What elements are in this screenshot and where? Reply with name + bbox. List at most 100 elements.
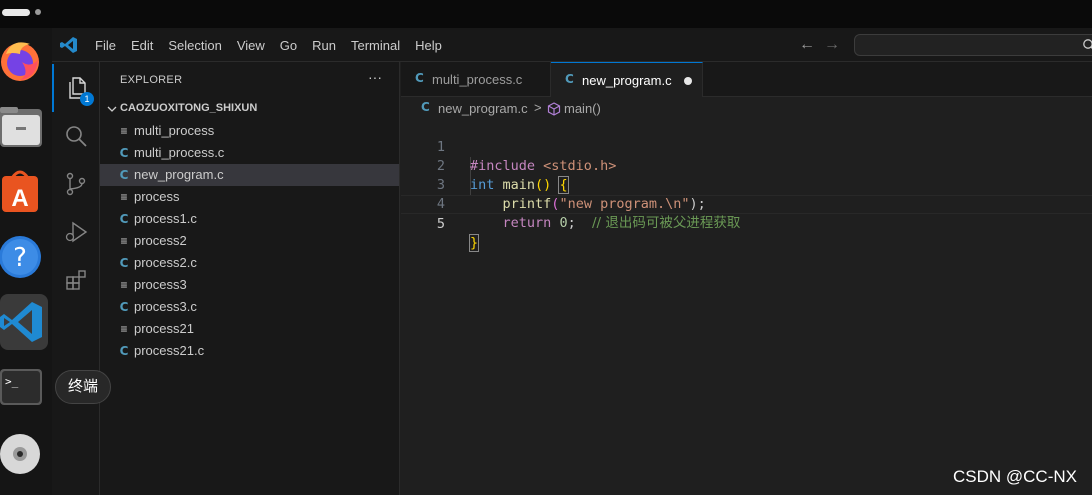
workspace-indicator-active[interactable]: [2, 9, 30, 16]
c-file-icon: C: [415, 71, 424, 85]
c-file-icon: C: [119, 212, 129, 226]
tab-multi-process[interactable]: C multi_process.c: [401, 62, 551, 97]
file-label: process3: [134, 277, 187, 292]
file-label: process: [134, 189, 180, 204]
firefox-icon: [1, 42, 39, 81]
activity-search[interactable]: [52, 112, 100, 160]
file-label: new_program.c: [134, 167, 224, 182]
dock-files[interactable]: [0, 99, 48, 155]
activity-extensions[interactable]: [52, 256, 100, 304]
file-item[interactable]: ≡ multi_process: [100, 120, 399, 142]
dock-tooltip: 终端: [55, 370, 111, 404]
tab-label: multi_process.c: [432, 72, 523, 87]
plain-file-icon: ≡: [120, 322, 128, 336]
workspace-indicator[interactable]: [35, 9, 41, 15]
plain-file-icon: ≡: [120, 190, 128, 204]
editor-tabs: C multi_process.c C new_program.c: [401, 62, 1092, 97]
file-item[interactable]: C multi_process.c: [100, 142, 399, 164]
dock: A ? >_: [0, 28, 52, 495]
dock-firefox[interactable]: [0, 34, 48, 90]
folder-name: CAOZUOXITONG_SHIXUN: [120, 102, 258, 114]
svg-text:>_: >_: [5, 375, 19, 388]
c-file-icon: C: [119, 168, 129, 182]
file-label: multi_process: [134, 123, 215, 138]
breadcrumb-file[interactable]: new_program.c: [438, 101, 528, 116]
file-item-selected[interactable]: C new_program.c: [100, 164, 399, 186]
forward-arrow-icon[interactable]: →: [823, 36, 841, 54]
c-file-icon: C: [421, 100, 430, 114]
code-line: 4 return 0; // 退出码可被父进程获取: [401, 176, 1092, 231]
chevron-down-icon: [107, 106, 117, 112]
explorer-badge: 1: [80, 92, 94, 106]
file-label: process2.c: [134, 255, 197, 270]
app-center-icon: A: [2, 170, 38, 212]
code-editor[interactable]: 1 #include <stdio.h> 2 int main() { 3 pr…: [401, 119, 1092, 495]
search-icon: [1083, 39, 1092, 49]
plain-file-icon: ≡: [120, 278, 128, 292]
dock-terminal[interactable]: >_: [0, 359, 48, 415]
title-bar: File Edit Selection View Go Run Terminal…: [52, 28, 1092, 62]
breadcrumb: C new_program.c > main(): [401, 97, 1092, 119]
menu-help[interactable]: Help: [415, 38, 442, 53]
breadcrumb-symbol[interactable]: main(): [564, 101, 601, 116]
c-file-icon: C: [119, 146, 129, 160]
back-arrow-icon[interactable]: ←: [798, 36, 816, 54]
menu-selection[interactable]: Selection: [168, 38, 221, 53]
file-item[interactable]: ≡ process2: [100, 230, 399, 252]
file-label: process3.c: [134, 299, 197, 314]
code-line: 1 #include <stdio.h>: [401, 119, 1092, 174]
plain-file-icon: ≡: [120, 234, 128, 248]
file-item[interactable]: C process21.c: [100, 340, 399, 362]
activity-explorer[interactable]: 1: [52, 64, 100, 112]
activity-run-debug[interactable]: [52, 208, 100, 256]
plain-file-icon: ≡: [120, 124, 128, 138]
menu-go[interactable]: Go: [280, 38, 297, 53]
file-label: multi_process.c: [134, 145, 225, 160]
file-item[interactable]: ≡ process: [100, 186, 399, 208]
code-line: 3 printf("new program.\n");: [401, 157, 1092, 212]
menu-terminal[interactable]: Terminal: [351, 38, 400, 53]
file-label: process21.c: [134, 343, 205, 358]
dock-help[interactable]: ?: [0, 229, 48, 285]
tab-label: new_program.c: [582, 73, 672, 88]
menu-view[interactable]: View: [237, 38, 265, 53]
unsaved-dot-icon[interactable]: [684, 77, 692, 85]
c-file-icon: C: [119, 256, 129, 270]
file-label: process2: [134, 233, 187, 248]
menu-edit[interactable]: Edit: [131, 38, 153, 53]
svg-text:?: ?: [13, 243, 27, 273]
c-file-icon: C: [119, 300, 129, 314]
extensions-icon: [66, 270, 86, 290]
file-item[interactable]: ≡ process21: [100, 318, 399, 340]
chevron-right-icon: >: [534, 100, 542, 115]
system-top-bar: [0, 0, 1092, 28]
run-debug-icon: [65, 221, 88, 243]
workspace-folder[interactable]: CAOZUOXITONG_SHIXUN: [100, 98, 400, 120]
dock-app-center[interactable]: A: [0, 164, 48, 220]
code-line-current: 5 }: [401, 195, 1092, 252]
command-center-search[interactable]: [854, 34, 1092, 56]
tab-new-program[interactable]: C new_program.c: [551, 62, 703, 97]
method-symbol-icon: [547, 102, 561, 116]
file-label: process21: [134, 321, 194, 336]
line-number: 5: [436, 216, 445, 232]
matched-bracket: }: [468, 234, 480, 252]
dock-vscode[interactable]: [0, 294, 48, 350]
file-item[interactable]: C process1.c: [100, 208, 399, 230]
file-item[interactable]: C process2.c: [100, 252, 399, 274]
vscode-logo-icon: [60, 37, 77, 53]
c-file-icon: C: [119, 344, 129, 358]
menu-run[interactable]: Run: [312, 38, 336, 53]
vscode-icon: [0, 302, 42, 342]
search-icon: [66, 126, 87, 147]
menu-file[interactable]: File: [95, 38, 116, 53]
code-line: 2 int main() {: [401, 138, 1092, 194]
file-item[interactable]: C process3.c: [100, 296, 399, 318]
file-item[interactable]: ≡ process3: [100, 274, 399, 296]
activity-bar: 1: [52, 62, 100, 495]
file-label: process1.c: [134, 211, 197, 226]
source-control-icon: [66, 172, 86, 196]
dock-disc[interactable]: [0, 424, 48, 480]
activity-source-control[interactable]: [52, 160, 100, 208]
more-actions-icon[interactable]: ···: [368, 69, 382, 85]
